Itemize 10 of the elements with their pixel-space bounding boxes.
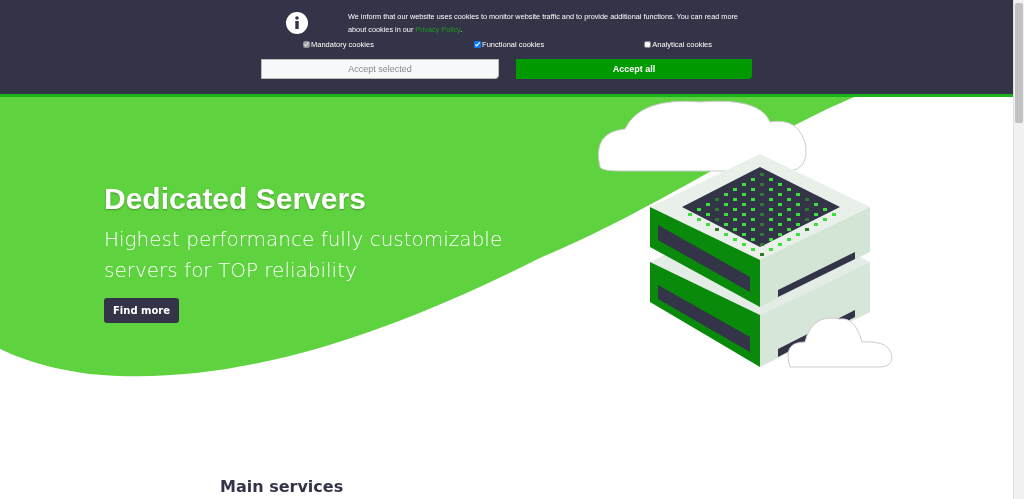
hero-title: Dedicated Servers [104, 182, 367, 216]
accept-selected-button[interactable]: Accept selected [261, 59, 499, 79]
hero-subtitle: Highest performance fully customizable servers for TOP reliability [104, 226, 504, 284]
scrollbar[interactable] [1013, 0, 1024, 499]
accept-all-button[interactable]: Accept all [516, 59, 752, 79]
section-title: Main services [220, 477, 345, 496]
info-icon [286, 12, 308, 34]
cookie-checkbox[interactable] [474, 41, 482, 48]
cookie-checkbox[interactable] [644, 41, 652, 48]
find-more-button[interactable]: Find more [104, 298, 180, 323]
